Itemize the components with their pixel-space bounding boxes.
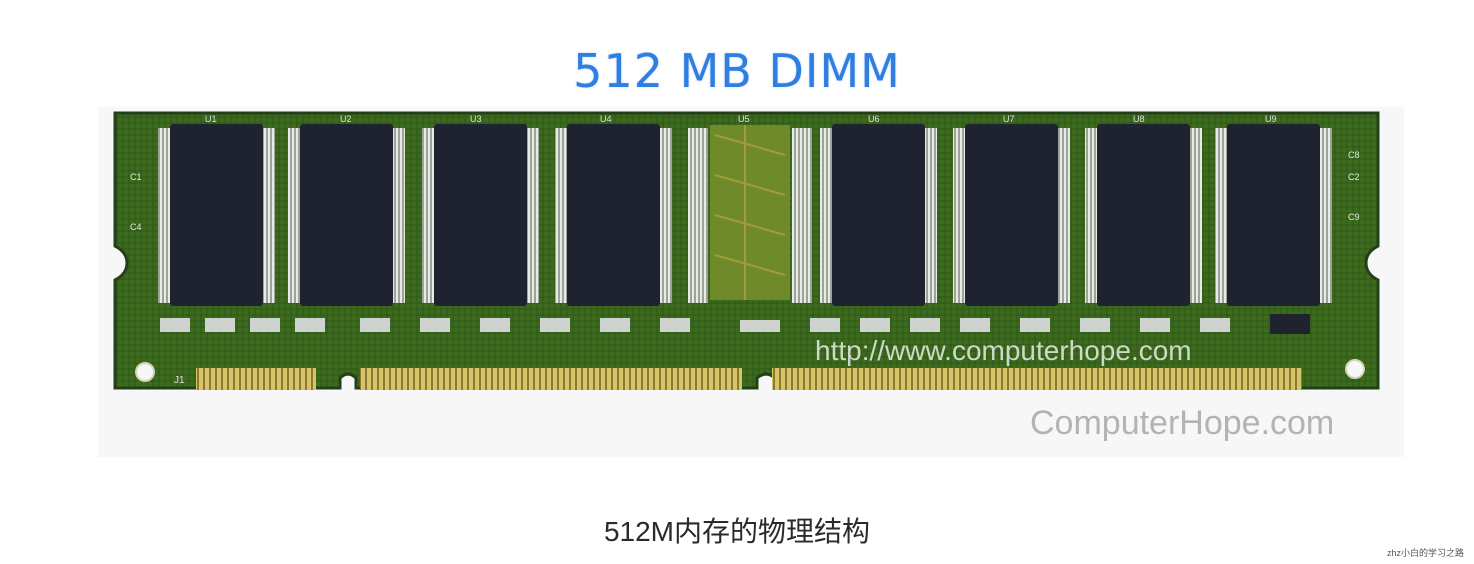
chip-u2: U2 — [288, 114, 405, 306]
chip-u1: U1 — [158, 114, 275, 306]
silkscreen-c2: C2 — [1348, 172, 1360, 182]
silkscreen-c9: C9 — [1348, 212, 1360, 222]
svg-text:U3: U3 — [470, 114, 482, 124]
svg-text:U7: U7 — [1003, 114, 1015, 124]
computerhope-watermark: ComputerHope.com — [1030, 404, 1334, 442]
mounting-hole-left — [135, 362, 155, 382]
board-url-watermark: http://www.computerhope.com — [815, 335, 1192, 366]
chip-u6: U6 — [820, 114, 937, 306]
svg-text:U4: U4 — [600, 114, 612, 124]
svg-text:U5: U5 — [738, 114, 750, 124]
chip-u9: U9 — [1215, 114, 1332, 306]
svg-text:U2: U2 — [340, 114, 352, 124]
mounting-hole-right — [1345, 359, 1365, 379]
svg-text:U9: U9 — [1265, 114, 1277, 124]
author-watermark: zhz小白的学习之路 — [1386, 548, 1464, 558]
svg-text:U6: U6 — [868, 114, 880, 124]
silkscreen-c4: C4 — [130, 222, 142, 232]
silkscreen-c1: C1 — [130, 172, 142, 182]
svg-text:U1: U1 — [205, 114, 217, 124]
gold-contacts-right — [772, 368, 1302, 390]
gold-contacts-middle — [360, 368, 742, 390]
chip-u8: U8 — [1085, 114, 1202, 306]
silkscreen-j1: J1 — [174, 375, 185, 386]
chip-u3: U3 — [422, 114, 539, 306]
chip-u7: U7 — [953, 114, 1070, 306]
gold-contacts-left — [196, 368, 316, 390]
svg-text:U8: U8 — [1133, 114, 1145, 124]
chip-u4: U4 — [555, 114, 672, 306]
image-caption: 512M内存的物理结构 — [603, 516, 871, 547]
memory-module-photo: U1 U2 U3 U4 U5 U6 U7 U8 U9 C1 C4 J1 C8 C… — [113, 111, 1380, 442]
silkscreen-c8: C8 — [1348, 150, 1360, 160]
